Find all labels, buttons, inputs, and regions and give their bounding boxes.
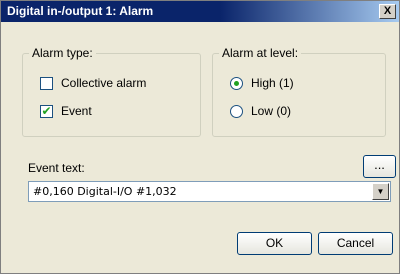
event-text-label: Event text: xyxy=(28,161,85,175)
event-text-value: #0,160 Digital-I/O #1,032 xyxy=(33,185,177,198)
title-bar[interactable]: Digital in-/output 1: Alarm X xyxy=(1,1,399,22)
low-radio[interactable]: Low (0) xyxy=(230,104,291,118)
alarm-dialog: Digital in-/output 1: Alarm X Alarm type… xyxy=(0,0,400,274)
cancel-button[interactable]: Cancel xyxy=(318,232,393,255)
event-text-combobox[interactable]: #0,160 Digital-I/O #1,032 ▼ xyxy=(28,181,391,202)
dropdown-arrow-button[interactable]: ▼ xyxy=(372,183,389,200)
event-label: Event xyxy=(61,104,92,118)
alarm-type-group: Alarm type: xyxy=(22,46,201,137)
radio-circle[interactable] xyxy=(230,104,243,118)
close-icon: X xyxy=(383,5,392,17)
alarm-level-legend: Alarm at level: xyxy=(222,46,299,60)
event-checkbox[interactable]: ✔ Event xyxy=(40,104,92,118)
window-title: Digital in-/output 1: Alarm xyxy=(7,4,154,18)
collective-alarm-label: Collective alarm xyxy=(61,76,147,90)
alarm-type-legend: Alarm type: xyxy=(32,46,93,60)
radio-dot-icon xyxy=(234,80,239,86)
high-label: High (1) xyxy=(251,76,294,90)
high-radio[interactable]: High (1) xyxy=(230,76,294,90)
radio-circle[interactable] xyxy=(230,76,243,90)
collective-alarm-checkbox[interactable]: Collective alarm xyxy=(40,76,146,90)
low-label: Low (0) xyxy=(251,104,292,118)
browse-button[interactable]: ... xyxy=(363,155,396,178)
chevron-down-icon: ▼ xyxy=(376,187,385,196)
checkbox-box[interactable] xyxy=(40,76,53,90)
close-button[interactable]: X xyxy=(379,4,396,19)
alarm-level-group: Alarm at level: xyxy=(212,46,386,137)
check-mark-icon: ✔ xyxy=(41,104,52,118)
checkbox-box[interactable]: ✔ xyxy=(40,104,53,118)
ok-button[interactable]: OK xyxy=(237,232,312,255)
